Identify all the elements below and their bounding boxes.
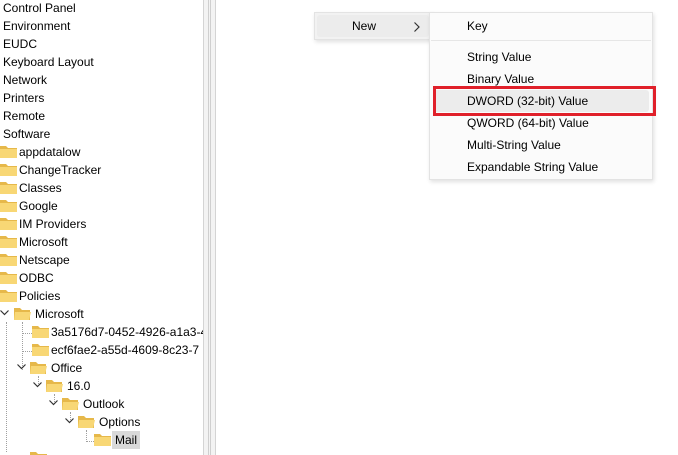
- tree-connector: [6, 322, 7, 452]
- folder-icon: [0, 235, 17, 248]
- folder-open-icon: [46, 379, 63, 392]
- tree-item-label: Microsoft: [19, 235, 68, 249]
- tree-connector: [86, 441, 94, 442]
- tree-item-label: Software: [3, 127, 51, 141]
- tree-item-label: Classes: [19, 181, 62, 195]
- folder-icon: [0, 199, 17, 212]
- chevron-right-icon: [414, 21, 420, 35]
- folder-icon: [94, 433, 111, 446]
- folder-icon: [0, 181, 17, 194]
- tree-connector: [22, 351, 32, 352]
- tree-item-label: Printers: [3, 91, 45, 105]
- chevron-down-icon[interactable]: [0, 305, 12, 323]
- tree-item-label: Mail: [112, 431, 141, 449]
- folder-icon: [0, 163, 17, 176]
- tree-item-label: ODBC: [19, 271, 54, 285]
- tree-item-label: Policies: [19, 289, 61, 303]
- folder-icon: [32, 325, 49, 338]
- pane-splitter[interactable]: [203, 0, 216, 455]
- tree-item-label: Office: [51, 361, 83, 375]
- tree-item-label: 3a5176d7-0452-4926-a1a3-4: [51, 325, 203, 339]
- folder-open-icon: [62, 397, 79, 410]
- red-highlight-annotation: [433, 86, 656, 116]
- tree-item-label: EUDC: [3, 37, 38, 51]
- tree-item-label: Outlook: [83, 397, 125, 411]
- chevron-down-icon[interactable]: [49, 395, 61, 413]
- registry-tree-pane[interactable]: Control Panel Environment EUDC Keyboard …: [0, 0, 203, 455]
- folder-open-icon: [14, 307, 31, 320]
- folder-icon: [0, 253, 17, 266]
- submenu-item-multi-string-value[interactable]: Multi-String Value: [467, 135, 561, 155]
- folder-open-icon: [30, 361, 47, 374]
- chevron-down-icon[interactable]: [33, 377, 45, 395]
- tree-item-label: Netscape: [19, 253, 70, 267]
- folder-icon: [0, 145, 17, 158]
- submenu-item-key[interactable]: Key: [467, 16, 488, 36]
- submenu-item-string-value[interactable]: String Value: [467, 47, 531, 67]
- tree-item-label: ChangeTracker: [19, 163, 102, 177]
- tree-item-label: Options: [99, 415, 141, 429]
- splitter-grip[interactable]: [208, 0, 211, 455]
- chevron-down-icon[interactable]: [17, 359, 29, 377]
- tree-item-label: Environment: [3, 19, 71, 33]
- tree-item-label: Network: [3, 73, 48, 87]
- context-menu: New: [314, 12, 433, 40]
- menu-item-new-label: New: [352, 19, 377, 33]
- menu-separator: [431, 40, 651, 41]
- tree-item-label: Keyboard Layout: [3, 55, 94, 69]
- submenu-item-expandable-string-value[interactable]: Expandable String Value: [467, 157, 598, 177]
- tree-item-label: ecf6fae2-a55d-4609-8c23-7: [51, 343, 200, 357]
- tree-item-label: Remote: [3, 109, 46, 123]
- folder-open-icon: [78, 415, 95, 428]
- tree-item-label: Microsoft: [35, 307, 84, 321]
- tree-connector: [22, 333, 32, 334]
- chevron-down-icon[interactable]: [65, 413, 77, 431]
- folder-icon: [32, 343, 49, 356]
- submenu-item-qword-value[interactable]: QWORD (64-bit) Value: [467, 113, 589, 133]
- folder-icon: [0, 217, 17, 230]
- menu-item-new[interactable]: New: [317, 15, 429, 37]
- tree-item-label: Control Panel: [3, 1, 76, 15]
- folder-icon: [0, 271, 17, 284]
- folder-icon: [30, 451, 47, 455]
- tree-item-label: Google: [19, 199, 58, 213]
- tree-item-label: appdatalow: [19, 145, 81, 159]
- tree-item-label: IM Providers: [19, 217, 87, 231]
- tree-item-label: 16.0: [67, 379, 91, 393]
- folder-icon: [0, 289, 17, 302]
